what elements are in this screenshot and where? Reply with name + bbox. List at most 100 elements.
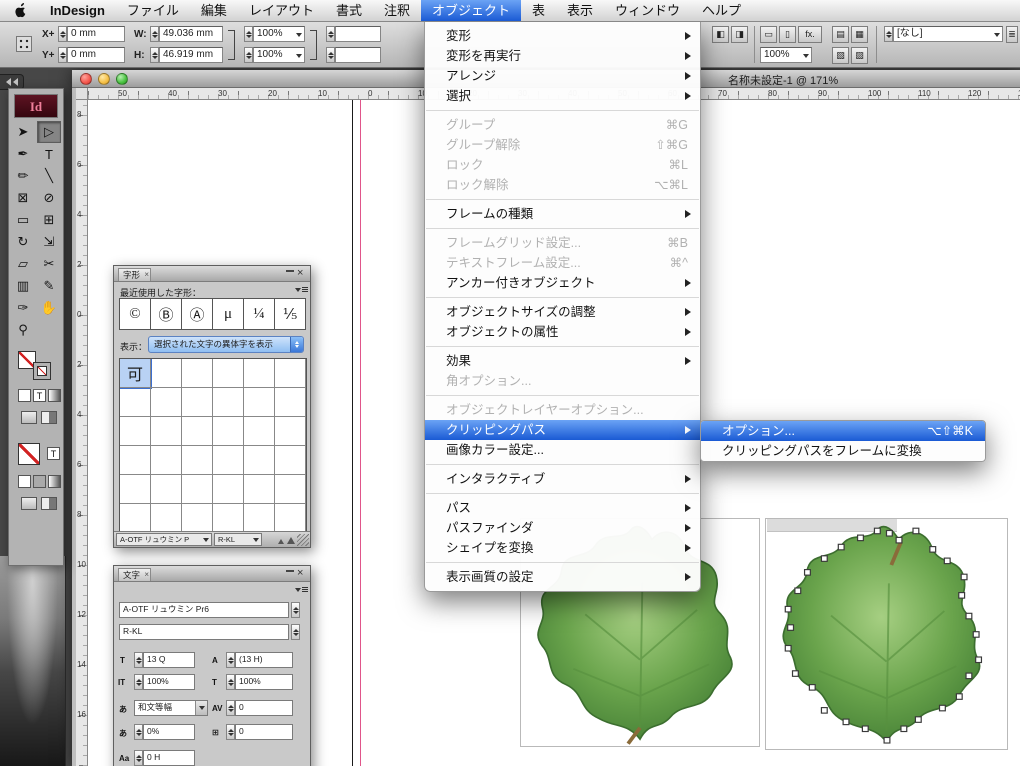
none-color-button[interactable] [18,475,31,488]
object-menu-item[interactable]: シェイプを変換 [425,538,700,558]
object-menu-item[interactable]: テキストフレーム設定... ⌘^ [425,253,700,273]
palette-resize-grip[interactable] [297,534,309,546]
shear-tool[interactable]: ▱ [11,253,35,275]
object-menu-item[interactable] [425,342,700,351]
object-menu-item[interactable]: オブジェクトの属性 [425,322,700,342]
x-stepper[interactable] [58,26,67,42]
glyph-zoom-in-icon[interactable] [287,537,295,544]
constrain-dimensions-link-icon[interactable] [228,30,235,60]
scale-x-input[interactable]: 100% [253,26,305,42]
selection-tool[interactable]: ➤ [11,121,35,143]
glyph-cell[interactable] [151,475,182,504]
object-menu-item[interactable] [425,558,700,567]
scale-y-dropdown-icon[interactable] [296,54,302,58]
object-menu-item[interactable]: 変形を再実行 [425,46,700,66]
note-tool[interactable]: ✎ [37,275,61,297]
menubar-item[interactable]: ヘルプ [691,0,752,21]
close-palette-icon[interactable] [297,568,306,577]
palette-menu-icon[interactable] [295,285,308,294]
object-menu-item[interactable] [425,106,700,115]
leading-stepper[interactable] [226,652,235,668]
text-wrap-bounding-button[interactable]: ▦ [851,26,868,43]
rotation-input[interactable] [335,26,381,42]
opacity-dropdown-icon[interactable] [803,54,809,58]
vertical-ruler[interactable]: 86420246810121416 [76,100,88,766]
x-input[interactable]: 0 mm [67,26,125,42]
paper-color-button[interactable] [33,475,46,488]
glyph-cell[interactable] [213,504,244,533]
object-menu-item[interactable] [425,224,700,233]
select-container-button[interactable]: ▭ [760,26,777,43]
glyph-cell[interactable] [213,359,244,388]
glyph-cell[interactable] [275,388,306,417]
recent-glyph-cell[interactable]: Ⓐ [182,299,213,329]
menubar-item[interactable]: 編集 [190,0,238,21]
menubar-item[interactable]: レイアウト [238,0,325,21]
glyph-cell[interactable] [182,475,213,504]
minimize-palette-icon[interactable] [286,270,294,272]
close-palette-icon[interactable] [297,268,306,277]
y-stepper[interactable] [58,47,67,63]
pencil-tool[interactable]: ✏ [11,165,35,187]
glyph-cell[interactable] [213,446,244,475]
menubar-item[interactable]: オブジェクト [421,0,521,21]
height-input[interactable]: 46.919 mm [159,47,223,63]
glyph-cell[interactable] [213,417,244,446]
recent-glyph-cell[interactable]: Ⓑ [151,299,182,329]
normal-view-button[interactable] [21,411,37,424]
object-style-combo[interactable]: [なし] [893,26,1003,42]
menubar-item[interactable]: ファイル [116,0,190,21]
line-tool[interactable]: ╲ [37,165,61,187]
control-panel-menu-icon[interactable]: ≣ [1006,26,1018,43]
glyph-cell[interactable] [182,417,213,446]
image-frame-right-selected[interactable] [765,518,1008,750]
glyph-cell[interactable] [182,446,213,475]
ellipse-frame-tool[interactable]: ⊘ [37,187,61,209]
glyph-cell[interactable] [244,504,275,533]
type-tool[interactable]: T [37,143,61,165]
scissors-tool[interactable]: ✂ [37,253,61,275]
glyph-cell[interactable] [275,359,306,388]
font-style-stepper[interactable] [291,624,300,640]
opacity-input[interactable]: 100% [760,47,812,63]
scale-y-stepper[interactable] [244,47,253,63]
leading-input[interactable]: (13 H) [235,652,293,668]
object-menu-item[interactable] [425,293,700,302]
ruler-origin-corner[interactable] [76,88,88,100]
object-menu-item[interactable]: パスファインダ [425,518,700,538]
glyphs-palette-tab[interactable]: 字形 [118,268,151,281]
menubar-item[interactable]: ウィンドウ [604,0,691,21]
object-menu-item[interactable]: クリッピングパス [425,420,700,440]
tracking-stepper[interactable] [134,724,143,740]
object-menu-item[interactable]: ロック解除 ⌥⌘L [425,175,700,195]
object-menu-item[interactable] [425,195,700,204]
close-window-button[interactable] [80,73,92,85]
apply-none-button[interactable] [18,389,31,402]
glyph-cell[interactable] [151,504,182,533]
object-menu-item[interactable]: フレームグリッド設定... ⌘B [425,233,700,253]
direct-selection-tool[interactable]: ▷ [37,121,61,143]
table-tool[interactable]: ⊞ [37,209,61,231]
glyph-cell[interactable] [151,417,182,446]
object-menu-item[interactable]: グループ ⌘G [425,115,700,135]
reference-point-proxy-icon[interactable] [16,36,32,52]
glyph-cell[interactable] [244,446,275,475]
recent-glyph-cell[interactable]: ¼ [244,299,275,329]
show-filter-dropdown[interactable]: 選択された文字の異体字を表示 [148,336,304,353]
object-menu-item[interactable]: アンカー付きオブジェクト [425,273,700,293]
glyphs-palette-header[interactable]: 字形 [114,266,310,282]
container-none-swatch[interactable] [18,443,40,465]
font-size-input[interactable]: 13 Q [143,652,195,668]
glyph-cell[interactable] [213,388,244,417]
glyph-cell[interactable] [120,475,151,504]
rectangle-tool[interactable]: ▭ [11,209,35,231]
glyph-cell[interactable] [120,388,151,417]
glyph-font-dropdown[interactable]: A-OTF リュウミン P [116,533,212,546]
flip-vertical-button[interactable]: ◨ [731,26,748,43]
minimize-palette-icon[interactable] [286,570,294,572]
apply-gradient-button[interactable] [48,389,61,402]
menubar-item[interactable]: InDesign [39,0,116,21]
glyph-cell[interactable] [275,475,306,504]
constrain-scale-link-icon[interactable] [310,30,317,60]
glyph-cell[interactable] [151,359,182,388]
